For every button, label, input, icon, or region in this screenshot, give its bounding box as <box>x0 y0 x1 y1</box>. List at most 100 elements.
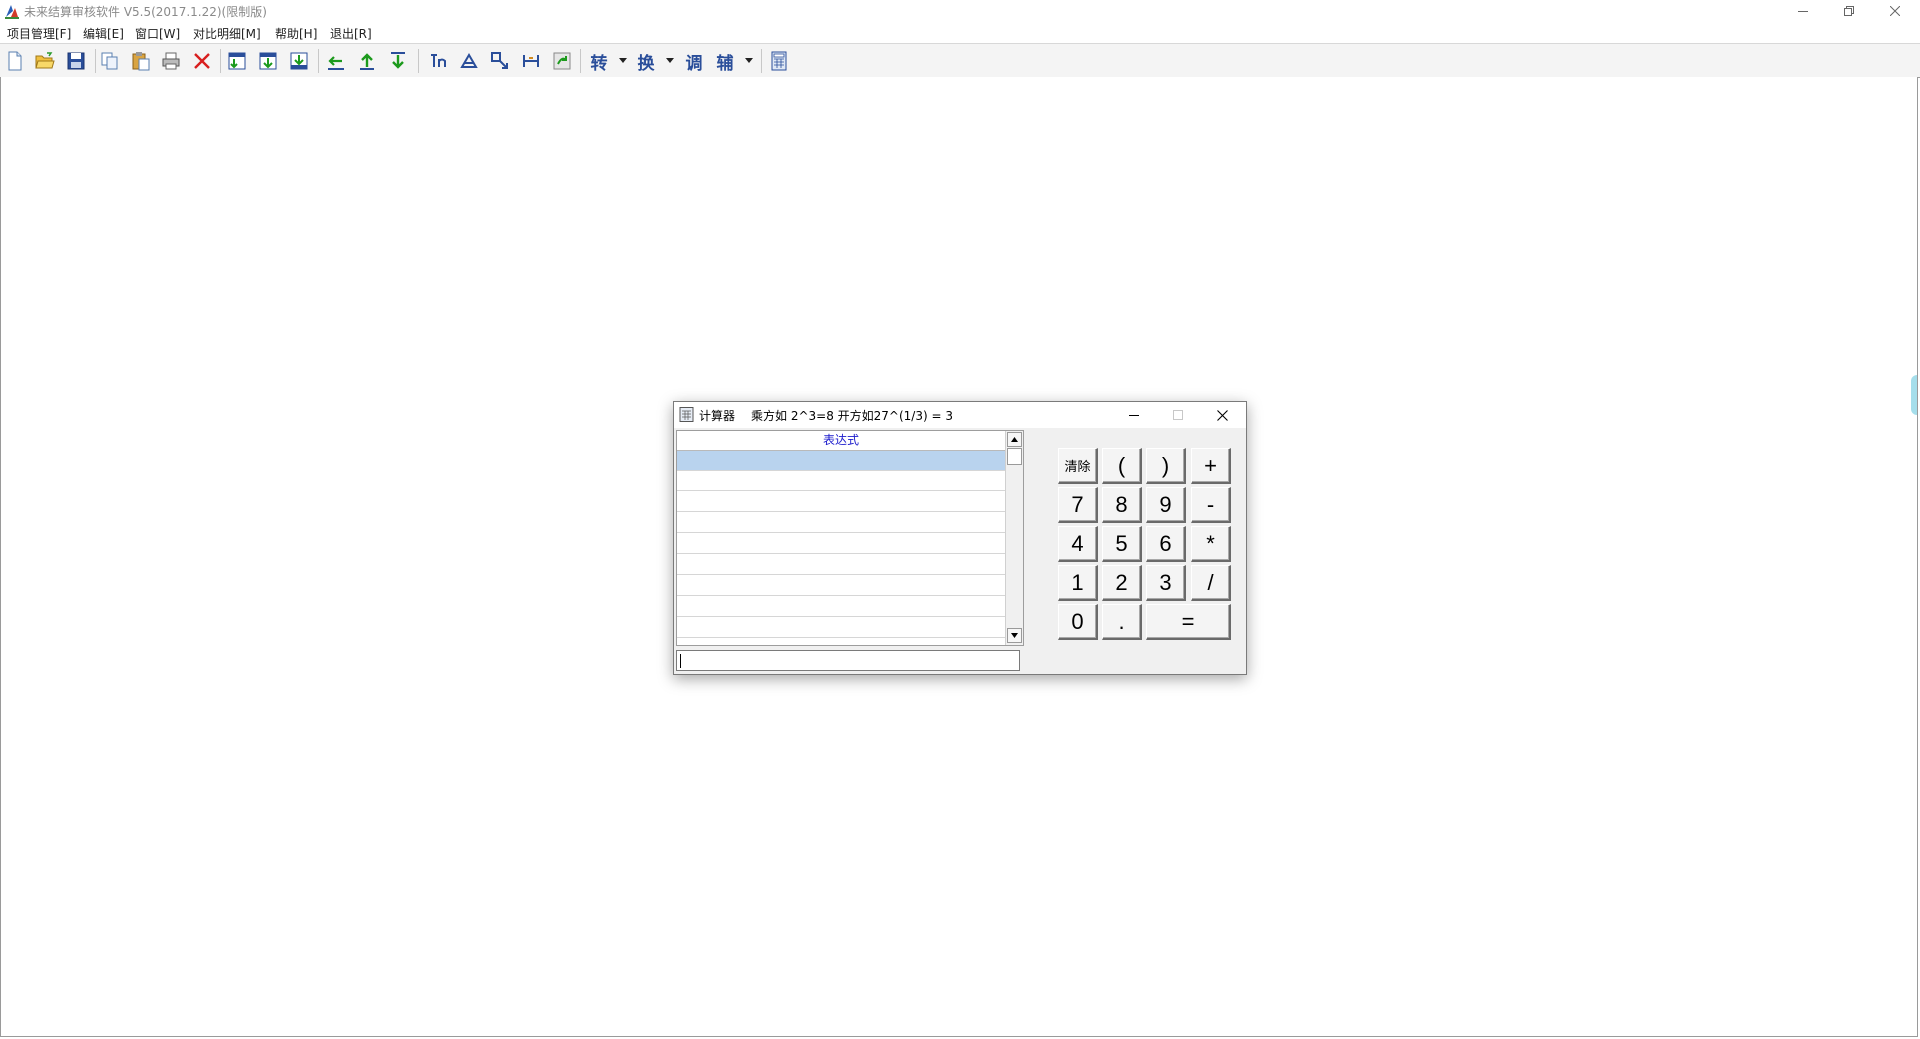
move-up-button[interactable] <box>355 49 379 73</box>
insert-below-icon <box>259 52 277 70</box>
save-button[interactable] <box>64 49 88 73</box>
measure-button[interactable] <box>519 49 543 73</box>
paste-button[interactable] <box>129 49 153 73</box>
list-scrollbar[interactable] <box>1005 431 1023 645</box>
list-item[interactable] <box>677 492 1005 512</box>
expression-column-header[interactable]: 表达式 <box>677 431 1005 451</box>
quantity-button[interactable] <box>426 49 450 73</box>
minimize-button[interactable] <box>1780 0 1826 22</box>
calculator-keypad: 清除 ( ) + 7 8 9 - 4 5 6 * 1 2 3 / 0 . = <box>1058 448 1238 648</box>
refresh-button[interactable] <box>550 49 574 73</box>
convert-button[interactable]: 转 <box>587 49 611 74</box>
list-item[interactable] <box>677 576 1005 596</box>
list-item[interactable] <box>677 534 1005 554</box>
new-file-icon <box>8 51 22 71</box>
open-button[interactable] <box>33 49 57 73</box>
move-down-button[interactable] <box>386 49 410 73</box>
minimize-icon <box>1798 11 1808 12</box>
measure-icon <box>523 55 539 67</box>
swap-button[interactable]: 换 <box>634 49 658 74</box>
menu-edit[interactable]: 编辑[E] <box>83 25 124 42</box>
insert-down-button[interactable] <box>287 49 311 73</box>
edge-handle[interactable] <box>1911 375 1917 415</box>
decimal-button[interactable]: . <box>1102 604 1142 640</box>
list-item[interactable] <box>677 513 1005 533</box>
delete-icon <box>194 53 210 69</box>
paste-icon <box>132 52 150 71</box>
new-button[interactable] <box>3 49 27 73</box>
close-icon <box>1890 6 1900 16</box>
open-folder-icon <box>35 52 55 69</box>
quantity-icon <box>431 54 446 67</box>
adjust-label: 调 <box>685 53 703 74</box>
toolbar-separator <box>95 49 96 73</box>
assist-button[interactable]: 辅 <box>713 49 737 74</box>
digit-7-button[interactable]: 7 <box>1058 487 1098 523</box>
list-item[interactable] <box>677 555 1005 575</box>
convert-label: 转 <box>590 53 608 74</box>
text-caret <box>680 654 681 668</box>
digit-6-button[interactable]: 6 <box>1146 526 1186 562</box>
digit-3-button[interactable]: 3 <box>1146 565 1186 601</box>
menu-compare[interactable]: 对比明细[M] <box>193 25 261 42</box>
list-item[interactable] <box>677 597 1005 617</box>
adjust-button[interactable]: 调 <box>682 49 706 74</box>
calculator-minimize-button[interactable] <box>1112 402 1156 428</box>
digit-8-button[interactable]: 8 <box>1102 487 1142 523</box>
digit-1-button[interactable]: 1 <box>1058 565 1098 601</box>
multiply-button[interactable]: * <box>1191 526 1231 562</box>
indent-button[interactable] <box>324 49 348 73</box>
replace-button[interactable] <box>488 49 512 73</box>
find-button[interactable] <box>457 49 481 73</box>
insert-below-button[interactable] <box>256 49 280 73</box>
equals-button[interactable]: = <box>1146 604 1231 640</box>
rparen-button[interactable]: ) <box>1146 448 1186 484</box>
move-up-icon <box>360 53 374 70</box>
app-titlebar: 未来结算审核软件 V5.5(2017.1.22)(限制版) <box>0 0 1920 22</box>
scroll-up-button[interactable] <box>1007 432 1022 447</box>
calculator-button[interactable] <box>767 49 791 73</box>
digit-0-button[interactable]: 0 <box>1058 604 1098 640</box>
copy-button[interactable] <box>98 49 122 73</box>
scroll-thumb[interactable] <box>1007 448 1022 465</box>
minimize-icon <box>1129 415 1139 416</box>
calculator-titlebar[interactable]: 计算器 乘方如 2^3=8 开方如27^(1/3) = 3 <box>674 402 1246 428</box>
scroll-down-button[interactable] <box>1007 628 1022 643</box>
expression-input[interactable] <box>676 650 1020 671</box>
clear-button[interactable]: 清除 <box>1058 448 1098 484</box>
menu-window[interactable]: 窗口[W] <box>135 25 180 42</box>
calculator-dialog: 计算器 乘方如 2^3=8 开方如27^(1/3) = 3 表达式 清除 ()… <box>673 401 1247 675</box>
toolbar-separator <box>418 49 419 73</box>
restore-button[interactable] <box>1826 0 1872 22</box>
menu-project[interactable]: 项目管理[F] <box>7 25 71 42</box>
close-button[interactable] <box>1872 0 1918 22</box>
toolbar-separator <box>761 49 762 73</box>
digit-9-button[interactable]: 9 <box>1146 487 1186 523</box>
list-item[interactable] <box>677 451 1005 471</box>
expression-history-list[interactable]: 表达式 <box>676 430 1024 646</box>
lparen-button[interactable]: ( <box>1102 448 1142 484</box>
minus-button[interactable]: - <box>1191 487 1231 523</box>
swap-dropdown-arrow[interactable] <box>666 58 674 63</box>
digit-2-button[interactable]: 2 <box>1102 565 1142 601</box>
app-title: 未来结算审核软件 V5.5(2017.1.22)(限制版) <box>24 5 267 19</box>
calculator-close-button[interactable] <box>1200 402 1244 428</box>
plus-button[interactable]: + <box>1191 448 1231 484</box>
maximize-icon <box>1173 410 1183 420</box>
convert-dropdown-arrow[interactable] <box>619 58 627 63</box>
move-down-icon <box>391 52 405 69</box>
print-button[interactable] <box>159 49 183 73</box>
replace-icon <box>491 52 508 69</box>
assist-dropdown-arrow[interactable] <box>745 58 753 63</box>
divide-button[interactable]: / <box>1191 565 1231 601</box>
digit-5-button[interactable]: 5 <box>1102 526 1142 562</box>
toolbar-separator <box>318 49 319 73</box>
list-item[interactable] <box>677 618 1005 638</box>
restore-icon <box>1844 6 1854 16</box>
menu-exit[interactable]: 退出[R] <box>330 25 372 42</box>
list-item[interactable] <box>677 471 1005 491</box>
menu-help[interactable]: 帮助[H] <box>275 25 317 42</box>
delete-button[interactable] <box>190 49 214 73</box>
digit-4-button[interactable]: 4 <box>1058 526 1098 562</box>
insert-row-button[interactable] <box>225 49 249 73</box>
